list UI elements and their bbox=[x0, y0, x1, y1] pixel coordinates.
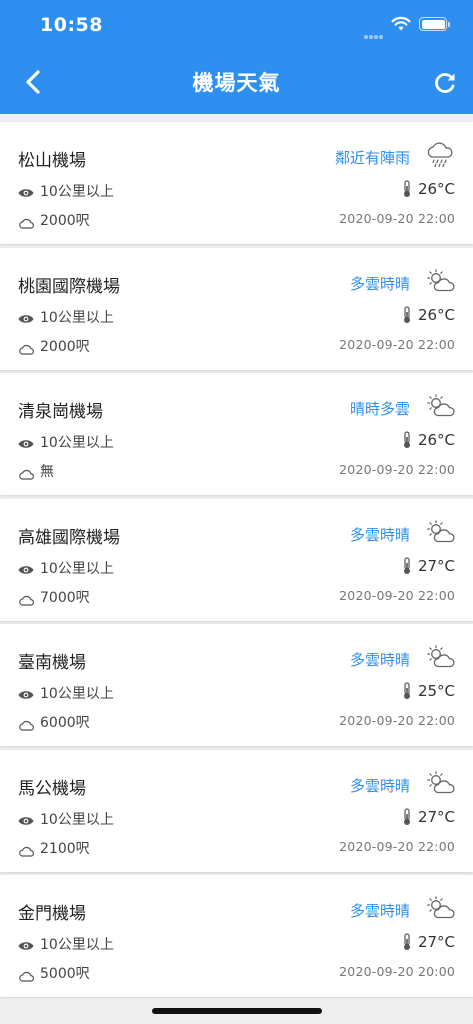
app-header: 10:58 機場天氣 bbox=[0, 0, 473, 114]
thermometer-icon bbox=[402, 305, 412, 324]
observation-time: 2020-09-20 22:00 bbox=[339, 336, 455, 352]
nav-bar: 機場天氣 bbox=[0, 52, 473, 114]
temperature-value: 27°C bbox=[417, 933, 455, 951]
eye-icon bbox=[18, 561, 34, 574]
home-indicator[interactable] bbox=[152, 1008, 322, 1014]
observation-time: 2020-09-20 22:00 bbox=[339, 838, 455, 854]
signal-icon bbox=[364, 24, 384, 43]
weather-condition: 多雲時晴 bbox=[349, 902, 410, 920]
cloud-icon bbox=[18, 842, 35, 857]
thermometer-icon bbox=[402, 933, 412, 951]
cloud-ceiling-value: 無 bbox=[40, 464, 54, 480]
eye-icon bbox=[18, 686, 34, 699]
status-time: 10:58 bbox=[40, 14, 103, 36]
refresh-button[interactable] bbox=[432, 70, 458, 96]
cloud-icon bbox=[18, 716, 35, 731]
visibility-value: 10公里以上 bbox=[40, 937, 114, 953]
observation-time: 2020-09-20 20:00 bbox=[339, 964, 455, 979]
cloud-ceiling-value: 2100呎 bbox=[40, 840, 90, 857]
cloud-icon bbox=[18, 340, 35, 355]
airport-name: 松山機場 bbox=[18, 151, 86, 171]
thermometer-icon bbox=[402, 682, 412, 700]
eye-icon bbox=[18, 812, 34, 825]
visibility-value: 10公里以上 bbox=[40, 686, 114, 702]
partly-cloudy-icon bbox=[425, 770, 455, 796]
weather-condition: 多雲時晴 bbox=[349, 274, 410, 293]
thermometer-icon bbox=[402, 431, 412, 449]
observation-time: 2020-09-20 22:00 bbox=[339, 462, 455, 477]
cloud-ceiling-value: 2000呎 bbox=[40, 338, 90, 355]
weather-condition: 鄰近有陣雨 bbox=[334, 149, 410, 167]
cloud-ceiling-value: 2000呎 bbox=[40, 213, 90, 229]
airport-name: 金門機場 bbox=[18, 904, 86, 924]
airport-name: 高雄國際機場 bbox=[18, 527, 120, 548]
wifi-icon bbox=[391, 16, 411, 31]
temperature-value: 26°C bbox=[417, 305, 455, 324]
battery-icon bbox=[419, 17, 450, 31]
airport-card[interactable]: 馬公機場 多雲時晴 10公里以上 27°C 2100呎 2020-09-20 22:00 bbox=[0, 749, 473, 872]
weather-condition: 多雲時晴 bbox=[349, 525, 410, 544]
page-title: 機場天氣 bbox=[192, 71, 281, 95]
temperature-value: 27°C bbox=[417, 807, 455, 826]
airport-card[interactable]: 臺南機場 多雲時晴 10公里以上 25°C 6000呎 2020-09-20 22:00 bbox=[0, 624, 473, 746]
weather-condition: 晴時多雲 bbox=[349, 400, 410, 418]
visibility-value: 10公里以上 bbox=[40, 811, 114, 828]
temperature-value: 26°C bbox=[417, 431, 455, 449]
eye-icon bbox=[18, 937, 34, 950]
airport-card[interactable]: 高雄國際機場 多雲時晴 10公里以上 27°C 7000呎 2020-09-20 22:0… bbox=[0, 498, 473, 621]
rain-cloud-icon bbox=[425, 142, 455, 168]
eye-icon bbox=[18, 310, 34, 323]
partly-cloudy-icon bbox=[425, 644, 455, 670]
visibility-value: 10公里以上 bbox=[40, 560, 114, 577]
observation-time: 2020-09-20 22:00 bbox=[339, 713, 455, 728]
observation-time: 2020-09-20 22:00 bbox=[339, 587, 455, 603]
eye-icon bbox=[18, 184, 34, 197]
partly-cloudy-icon bbox=[425, 393, 455, 419]
airport-name: 臺南機場 bbox=[18, 653, 86, 673]
partly-cloudy-icon bbox=[425, 519, 455, 545]
thermometer-icon bbox=[402, 556, 412, 575]
temperature-value: 27°C bbox=[417, 556, 455, 575]
cloud-icon bbox=[18, 591, 35, 606]
airport-card[interactable]: 松山機場 鄰近有陣雨 10公里以上 26°C 2000呎 2020-09-20 22:00 bbox=[0, 122, 473, 244]
airport-name: 清泉崗機場 bbox=[18, 402, 103, 422]
airport-card[interactable]: 清泉崗機場 晴時多雲 10公里以上 26°C 無 2020-09-20 22:00 bbox=[0, 373, 473, 495]
cloud-icon bbox=[18, 465, 35, 480]
weather-condition: 多雲時晴 bbox=[349, 651, 410, 669]
cloud-ceiling-value: 5000呎 bbox=[40, 966, 90, 982]
airport-card[interactable]: 金門機場 多雲時晴 10公里以上 27°C 5000呎 2020-09-20 20:00 bbox=[0, 875, 473, 997]
cloud-ceiling-value: 6000呎 bbox=[40, 715, 90, 731]
thermometer-icon bbox=[402, 180, 412, 198]
cloud-icon bbox=[18, 967, 35, 982]
weather-condition: 多雲時晴 bbox=[349, 776, 410, 795]
thermometer-icon bbox=[402, 807, 412, 826]
status-bar: 10:58 bbox=[0, 0, 473, 52]
cloud-icon bbox=[18, 214, 35, 229]
cloud-ceiling-value: 7000呎 bbox=[40, 589, 90, 606]
airport-name: 馬公機場 bbox=[18, 778, 86, 799]
partly-cloudy-icon bbox=[425, 268, 455, 294]
visibility-value: 10公里以上 bbox=[40, 435, 114, 451]
airport-name: 桃園國際機場 bbox=[18, 276, 120, 297]
visibility-value: 10公里以上 bbox=[40, 309, 114, 326]
partly-cloudy-icon bbox=[425, 895, 455, 921]
eye-icon bbox=[18, 435, 34, 448]
airport-card[interactable]: 桃園國際機場 多雲時晴 10公里以上 26°C 2000呎 2020-09-20 22:0… bbox=[0, 247, 473, 370]
temperature-value: 25°C bbox=[417, 682, 455, 700]
temperature-value: 26°C bbox=[417, 180, 455, 198]
observation-time: 2020-09-20 22:00 bbox=[339, 211, 455, 226]
visibility-value: 10公里以上 bbox=[40, 184, 114, 200]
